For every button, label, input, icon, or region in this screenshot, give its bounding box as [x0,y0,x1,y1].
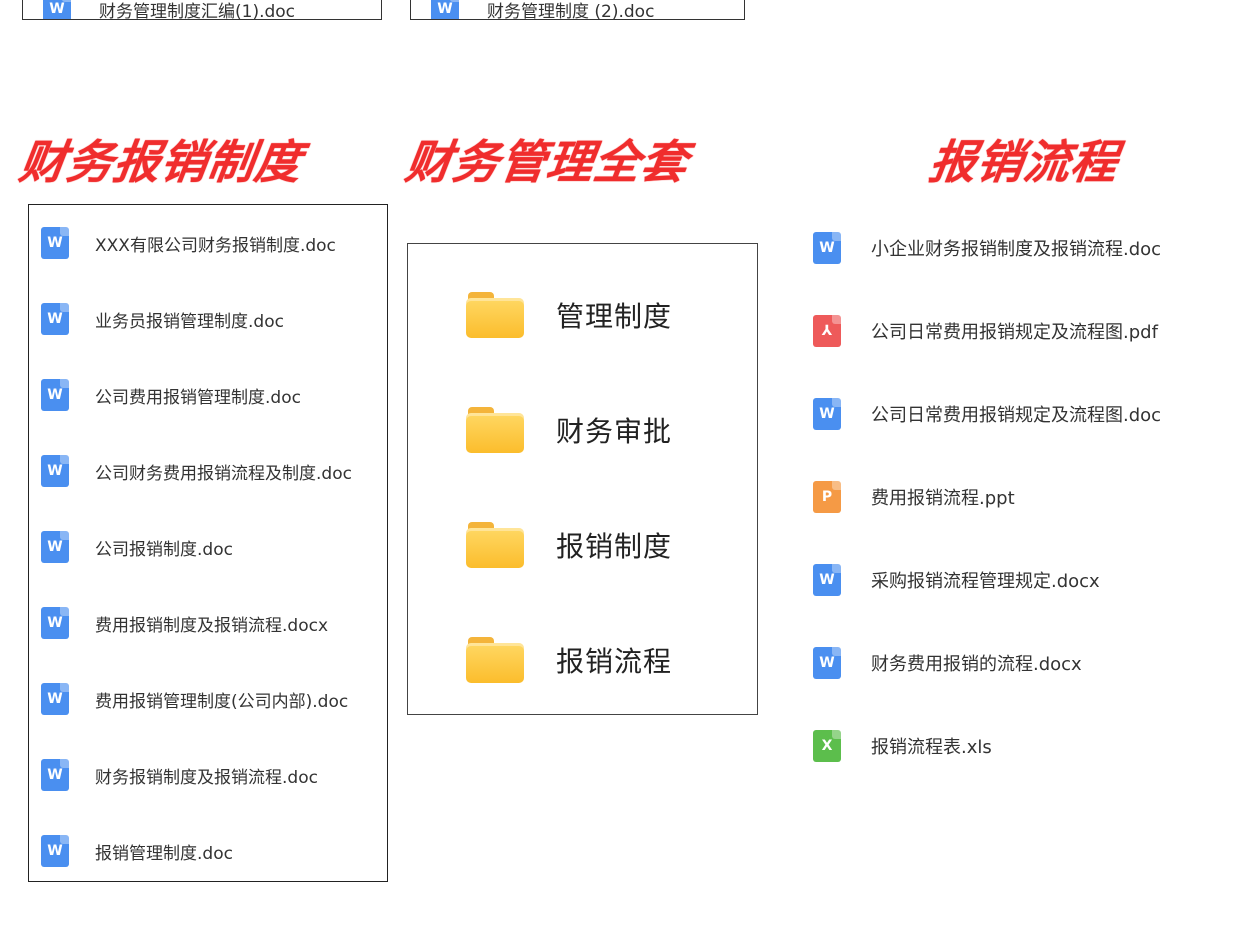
file-name: 报销流程表.xls [871,737,992,758]
top-file-name-left[interactable]: 财务管理制度汇编(1).doc [99,0,295,20]
word-file-icon: W [431,0,459,19]
word-file-icon: W [41,227,69,259]
file-item[interactable]: W 公司费用报销管理制度.doc [41,379,301,411]
folder-name: 报销制度 [556,530,673,563]
folder-icon [466,637,524,683]
file-item[interactable]: W 报销管理制度.doc [41,835,233,867]
word-file-icon: W [41,303,69,335]
folder-item[interactable]: 报销流程 [466,637,672,683]
word-file-icon: W [41,455,69,487]
folder-icon [466,407,524,453]
file-item[interactable]: W 公司日常费用报销规定及流程图.doc [813,398,1161,430]
word-file-icon: W [41,607,69,639]
folder-icon [466,292,524,338]
folder-item[interactable]: 财务审批 [466,407,672,453]
file-name: 财务报销制度及报销流程.doc [95,767,318,788]
section-title-reimbursement-process: 报销流程 [926,135,1122,189]
file-name: 费用报销流程.ppt [871,488,1015,509]
folder-name: 报销流程 [556,645,673,678]
file-item[interactable]: W 公司报销制度.doc [41,531,233,563]
folder-name: 管理制度 [556,300,673,333]
excel-file-icon: X [813,730,841,762]
powerpoint-file-icon: P [813,481,841,513]
file-item[interactable]: W 财务费用报销的流程.docx [813,647,1082,679]
folder-icon [466,522,524,568]
folder-panel: 管理制度财务审批报销制度报销流程 [407,243,758,715]
word-file-icon: W [813,564,841,596]
word-file-icon: W [41,683,69,715]
file-name: 财务费用报销的流程.docx [871,654,1082,675]
word-file-icon: W [813,398,841,430]
word-file-icon: W [41,379,69,411]
file-item[interactable]: W 费用报销管理制度(公司内部).doc [41,683,348,715]
file-name: 采购报销流程管理规定.docx [871,571,1100,592]
file-item[interactable]: ⅄ 公司日常费用报销规定及流程图.pdf [813,315,1158,347]
file-item[interactable]: W 费用报销制度及报销流程.docx [41,607,328,639]
file-name: 小企业财务报销制度及报销流程.doc [871,239,1162,260]
file-name: 业务员报销管理制度.doc [95,311,284,332]
file-item[interactable]: W 业务员报销管理制度.doc [41,303,284,335]
file-name: 报销管理制度.doc [95,843,233,864]
file-name: 公司费用报销管理制度.doc [95,387,301,408]
file-name: 费用报销管理制度(公司内部).doc [95,691,349,712]
section-title-finance-management: 财务管理全套 [402,135,692,189]
file-item[interactable]: W 公司财务费用报销流程及制度.doc [41,455,352,487]
folder-item[interactable]: 报销制度 [466,522,672,568]
top-file-name-mid[interactable]: 财务管理制度 (2).doc [487,0,654,20]
file-name: 公司日常费用报销规定及流程图.doc [871,405,1162,426]
file-name: 公司日常费用报销规定及流程图.pdf [871,322,1158,343]
word-file-icon: W [813,647,841,679]
pdf-file-icon: ⅄ [813,315,841,347]
folder-item[interactable]: 管理制度 [466,292,672,338]
section-title-finance-reimbursement: 财务报销制度 [16,135,306,189]
word-file-icon: W [813,232,841,264]
file-item[interactable]: W 小企业财务报销制度及报销流程.doc [813,232,1161,264]
top-file-box-mid: W 财务管理制度 (2).doc [410,0,745,20]
top-file-box-left: W 财务管理制度汇编(1).doc [22,0,382,20]
word-file-icon: W [41,759,69,791]
file-item[interactable]: X 报销流程表.xls [813,730,992,762]
file-item[interactable]: W XXX有限公司财务报销制度.doc [41,227,336,259]
file-name: 公司报销制度.doc [95,539,233,560]
word-file-icon: W [43,0,71,19]
file-name: 公司财务费用报销流程及制度.doc [95,463,352,484]
word-file-icon: W [41,835,69,867]
file-list-left: W XXX有限公司财务报销制度.doc W 业务员报销管理制度.doc W 公司费用报销管… [28,204,388,882]
file-item[interactable]: W 财务报销制度及报销流程.doc [41,759,318,791]
file-name: 费用报销制度及报销流程.docx [95,615,329,636]
folder-name: 财务审批 [556,415,673,448]
file-item[interactable]: P 费用报销流程.ppt [813,481,1015,513]
file-item[interactable]: W 采购报销流程管理规定.docx [813,564,1100,596]
file-name: XXX有限公司财务报销制度.doc [95,235,336,256]
word-file-icon: W [41,531,69,563]
